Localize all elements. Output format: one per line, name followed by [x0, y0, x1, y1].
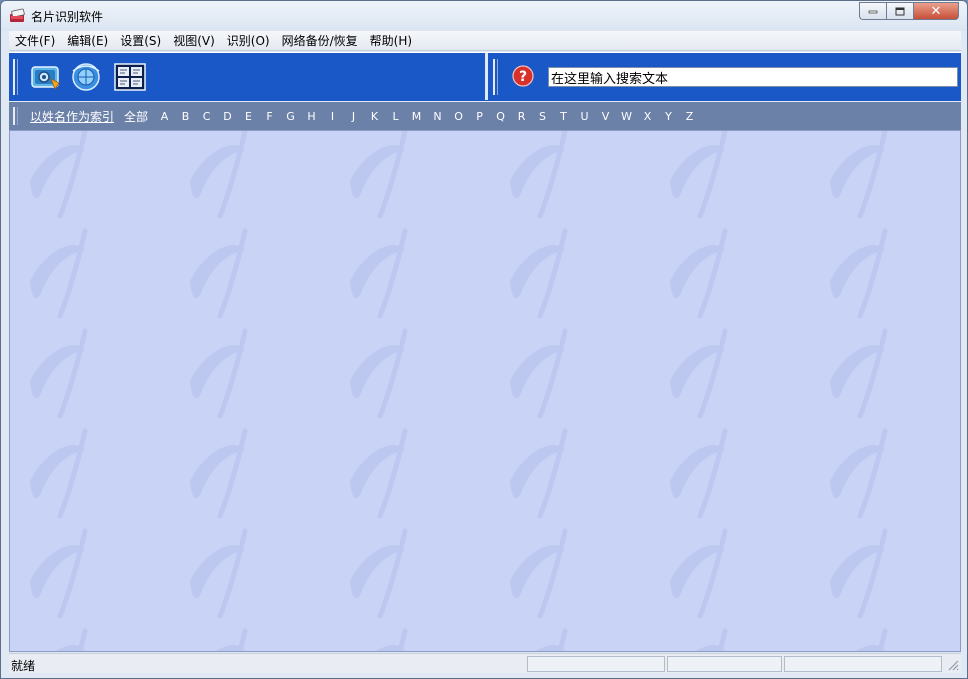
business-card-app-icon — [9, 7, 26, 24]
maximize-button[interactable] — [886, 2, 913, 20]
index-letter-w[interactable]: W — [616, 110, 637, 123]
search-input[interactable] — [548, 67, 958, 87]
index-bar-grip[interactable] — [13, 107, 18, 125]
close-button[interactable]: ✕ — [913, 2, 959, 20]
svg-text:?: ? — [519, 69, 527, 85]
status-pane-1 — [527, 656, 665, 672]
index-by-name-link[interactable]: 以姓名作为索引 — [30, 108, 114, 125]
menu-bar: 文件(F) 编辑(E) 设置(S) 视图(V) 识别(O) 网络备份/恢复 帮助… — [9, 31, 961, 51]
index-letter-p[interactable]: P — [469, 110, 490, 123]
card-grid-view-button[interactable] — [113, 61, 147, 93]
index-letter-u[interactable]: U — [574, 110, 595, 123]
watermark-pattern — [10, 131, 960, 651]
title-bar[interactable]: 名片识别软件 ✕ — [1, 1, 967, 31]
resize-grip-icon[interactable] — [947, 659, 959, 671]
menu-network-backup[interactable]: 网络备份/恢复 — [276, 32, 364, 50]
index-letter-a[interactable]: A — [154, 110, 175, 123]
index-letter-d[interactable]: D — [217, 110, 238, 123]
index-letter-l[interactable]: L — [385, 110, 406, 123]
help-icon: ? — [512, 65, 534, 87]
card-grid-view-icon — [114, 63, 146, 91]
recognize-button[interactable] — [69, 61, 103, 93]
index-letter-j[interactable]: J — [343, 110, 364, 123]
menu-help[interactable]: 帮助(H) — [364, 32, 418, 50]
minimize-icon — [868, 10, 878, 14]
index-letter-h[interactable]: H — [301, 110, 322, 123]
menu-file[interactable]: 文件(F) — [9, 32, 61, 50]
toolbar-row: ? — [9, 52, 961, 101]
maximize-icon — [895, 7, 905, 15]
index-letter-x[interactable]: X — [637, 110, 658, 123]
index-letter-t[interactable]: T — [553, 110, 574, 123]
status-pane-2 — [667, 656, 782, 672]
index-letter-m[interactable]: M — [406, 110, 427, 123]
window-title: 名片识别软件 — [31, 10, 104, 24]
menu-recognize[interactable]: 识别(O) — [221, 32, 276, 50]
help-button[interactable]: ? — [512, 65, 534, 87]
index-letter-e[interactable]: E — [238, 110, 259, 123]
scan-card-button[interactable] — [29, 61, 63, 93]
index-letter-y[interactable]: Y — [658, 110, 679, 123]
index-all[interactable]: 全部 — [124, 108, 148, 125]
menu-view[interactable]: 视图(V) — [167, 32, 221, 50]
index-letter-i[interactable]: I — [322, 110, 343, 123]
recognize-globe-icon — [72, 63, 100, 91]
index-letter-s[interactable]: S — [532, 110, 553, 123]
index-letter-f[interactable]: F — [259, 110, 280, 123]
search-toolbar: ? — [488, 53, 961, 100]
index-bar: 以姓名作为索引 全部 A B C D E F G H I J K L M N O… — [9, 102, 961, 130]
index-letter-b[interactable]: B — [175, 110, 196, 123]
menu-settings[interactable]: 设置(S) — [114, 32, 167, 50]
menu-edit[interactable]: 编辑(E) — [61, 32, 114, 50]
index-letter-z[interactable]: Z — [679, 110, 700, 123]
window-controls: ✕ — [859, 2, 959, 20]
index-letter-g[interactable]: G — [280, 110, 301, 123]
scan-card-icon — [31, 66, 60, 90]
status-text: 就绪 — [11, 659, 36, 673]
status-pane-3 — [784, 656, 942, 672]
toolbar-grip[interactable] — [13, 59, 18, 95]
index-letter-k[interactable]: K — [364, 110, 385, 123]
index-letter-c[interactable]: C — [196, 110, 217, 123]
status-bar: 就绪 — [9, 653, 961, 673]
search-toolbar-grip[interactable] — [493, 59, 498, 95]
index-letter-o[interactable]: O — [448, 110, 469, 123]
card-list-area[interactable] — [9, 130, 961, 652]
app-window: 名片识别软件 ✕ 文件(F) 编辑(E) 设置(S) 视图(V) 识别(O) 网… — [0, 0, 968, 679]
minimize-button[interactable] — [859, 2, 886, 20]
index-letter-v[interactable]: V — [595, 110, 616, 123]
index-letter-q[interactable]: Q — [490, 110, 511, 123]
index-letter-r[interactable]: R — [511, 110, 532, 123]
close-icon: ✕ — [930, 3, 942, 19]
main-toolbar — [9, 53, 485, 100]
index-letter-n[interactable]: N — [427, 110, 448, 123]
